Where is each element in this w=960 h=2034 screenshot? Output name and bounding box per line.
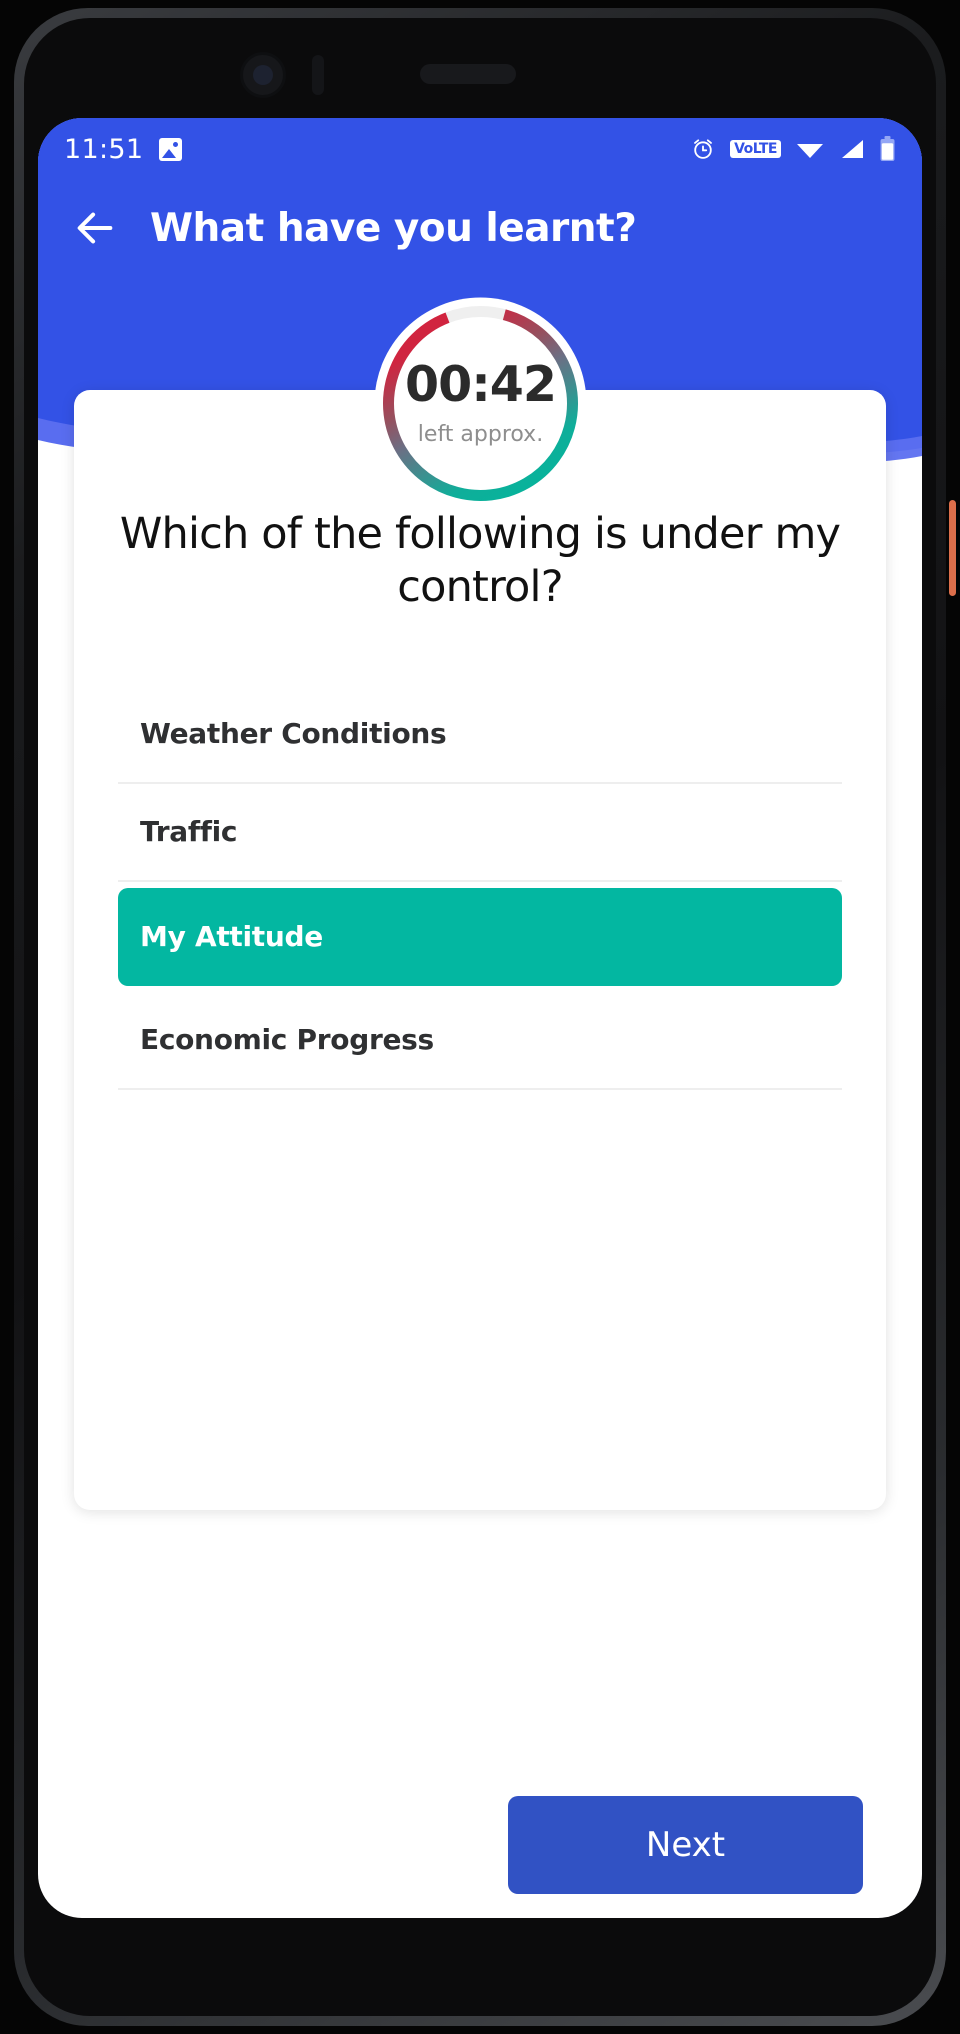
status-bar: 11:51 VoLTE [38,118,922,180]
arrow-left-icon[interactable] [72,205,118,251]
next-button[interactable]: Next [508,1796,863,1894]
status-bar-clock: 11:51 [64,133,144,165]
app-bar: What have you learnt? [38,180,922,276]
answer-options-list: Weather Conditions Traffic My Attitude E… [118,686,842,1090]
answer-option-traffic[interactable]: Traffic [118,784,842,882]
wifi-icon [797,144,823,158]
status-bar-right-icons: VoLTE [690,135,896,163]
next-button-label: Next [645,1825,726,1865]
phone-screen: 11:51 VoLTE What have you learnt? Which … [38,118,922,1918]
front-camera-lens-icon [253,65,273,85]
answer-option-weather-conditions[interactable]: Weather Conditions [118,686,842,784]
battery-icon [880,136,895,161]
question-card: Which of the following is under my contr… [74,390,886,1510]
countdown-timer: 00:42 left approx. [363,286,598,521]
answer-option-label: My Attitude [140,920,323,954]
countdown-value: 00:42 [405,356,557,413]
alarm-clock-icon [694,139,713,159]
side-power-button[interactable] [949,500,956,596]
volte-icon: VoLTE [730,140,781,158]
status-bar-left-icons [159,137,183,161]
answer-option-label: Traffic [140,815,238,849]
image-notification-icon [159,137,183,161]
countdown-caption: left approx. [417,422,544,447]
phone-frame: 11:51 VoLTE What have you learnt? Which … [0,0,960,2034]
question-text: Which of the following is under my contr… [119,509,841,612]
page-title: What have you learnt? [150,205,637,251]
answer-option-label: Weather Conditions [140,717,447,751]
answer-option-economic-progress[interactable]: Economic Progress [118,992,842,1090]
answer-option-my-attitude[interactable]: My Attitude [118,887,842,986]
answer-option-label: Economic Progress [140,1023,434,1057]
countdown-timer-text: 00:42 left approx. [363,286,598,521]
earpiece-speaker [420,64,516,84]
proximity-sensor-icon [312,55,324,95]
cellular-signal-icon [842,140,863,158]
